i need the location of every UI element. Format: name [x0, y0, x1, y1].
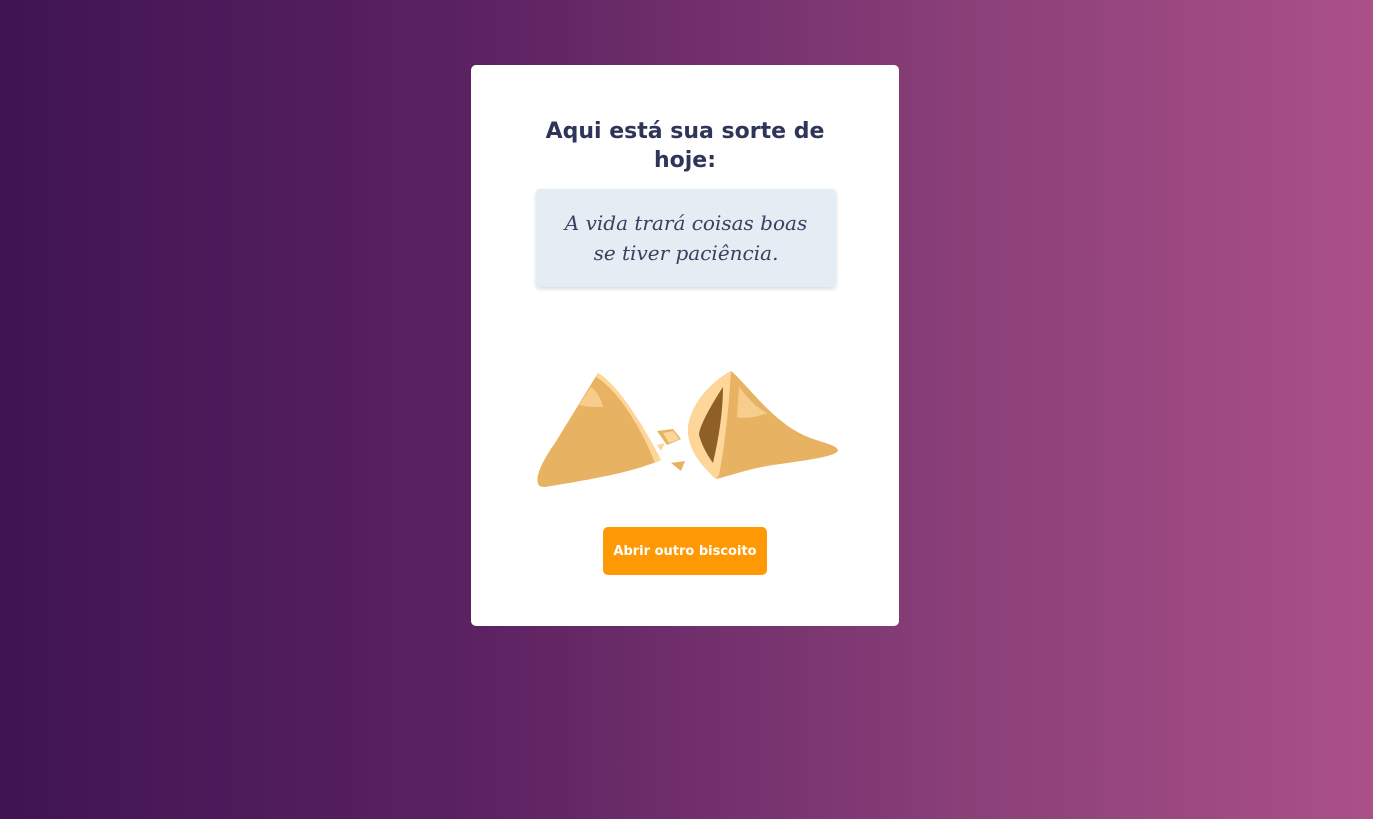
cookie-crumb	[657, 443, 665, 451]
broken-fortune-cookie-icon	[537, 371, 838, 487]
fortune-message: A vida trará coisas boas se tiver paciên…	[564, 211, 808, 265]
open-another-cookie-button[interactable]: Abrir outro biscoito	[603, 527, 767, 575]
cookie-crumb	[671, 461, 685, 471]
cookie-right-shine	[737, 387, 767, 418]
fortune-message-box: A vida trará coisas boas se tiver paciên…	[536, 189, 836, 287]
page-title: Aqui está sua sorte de hoje:	[545, 119, 825, 173]
fortune-card: Aqui está sua sorte de hoje: A vida trar…	[471, 65, 899, 626]
